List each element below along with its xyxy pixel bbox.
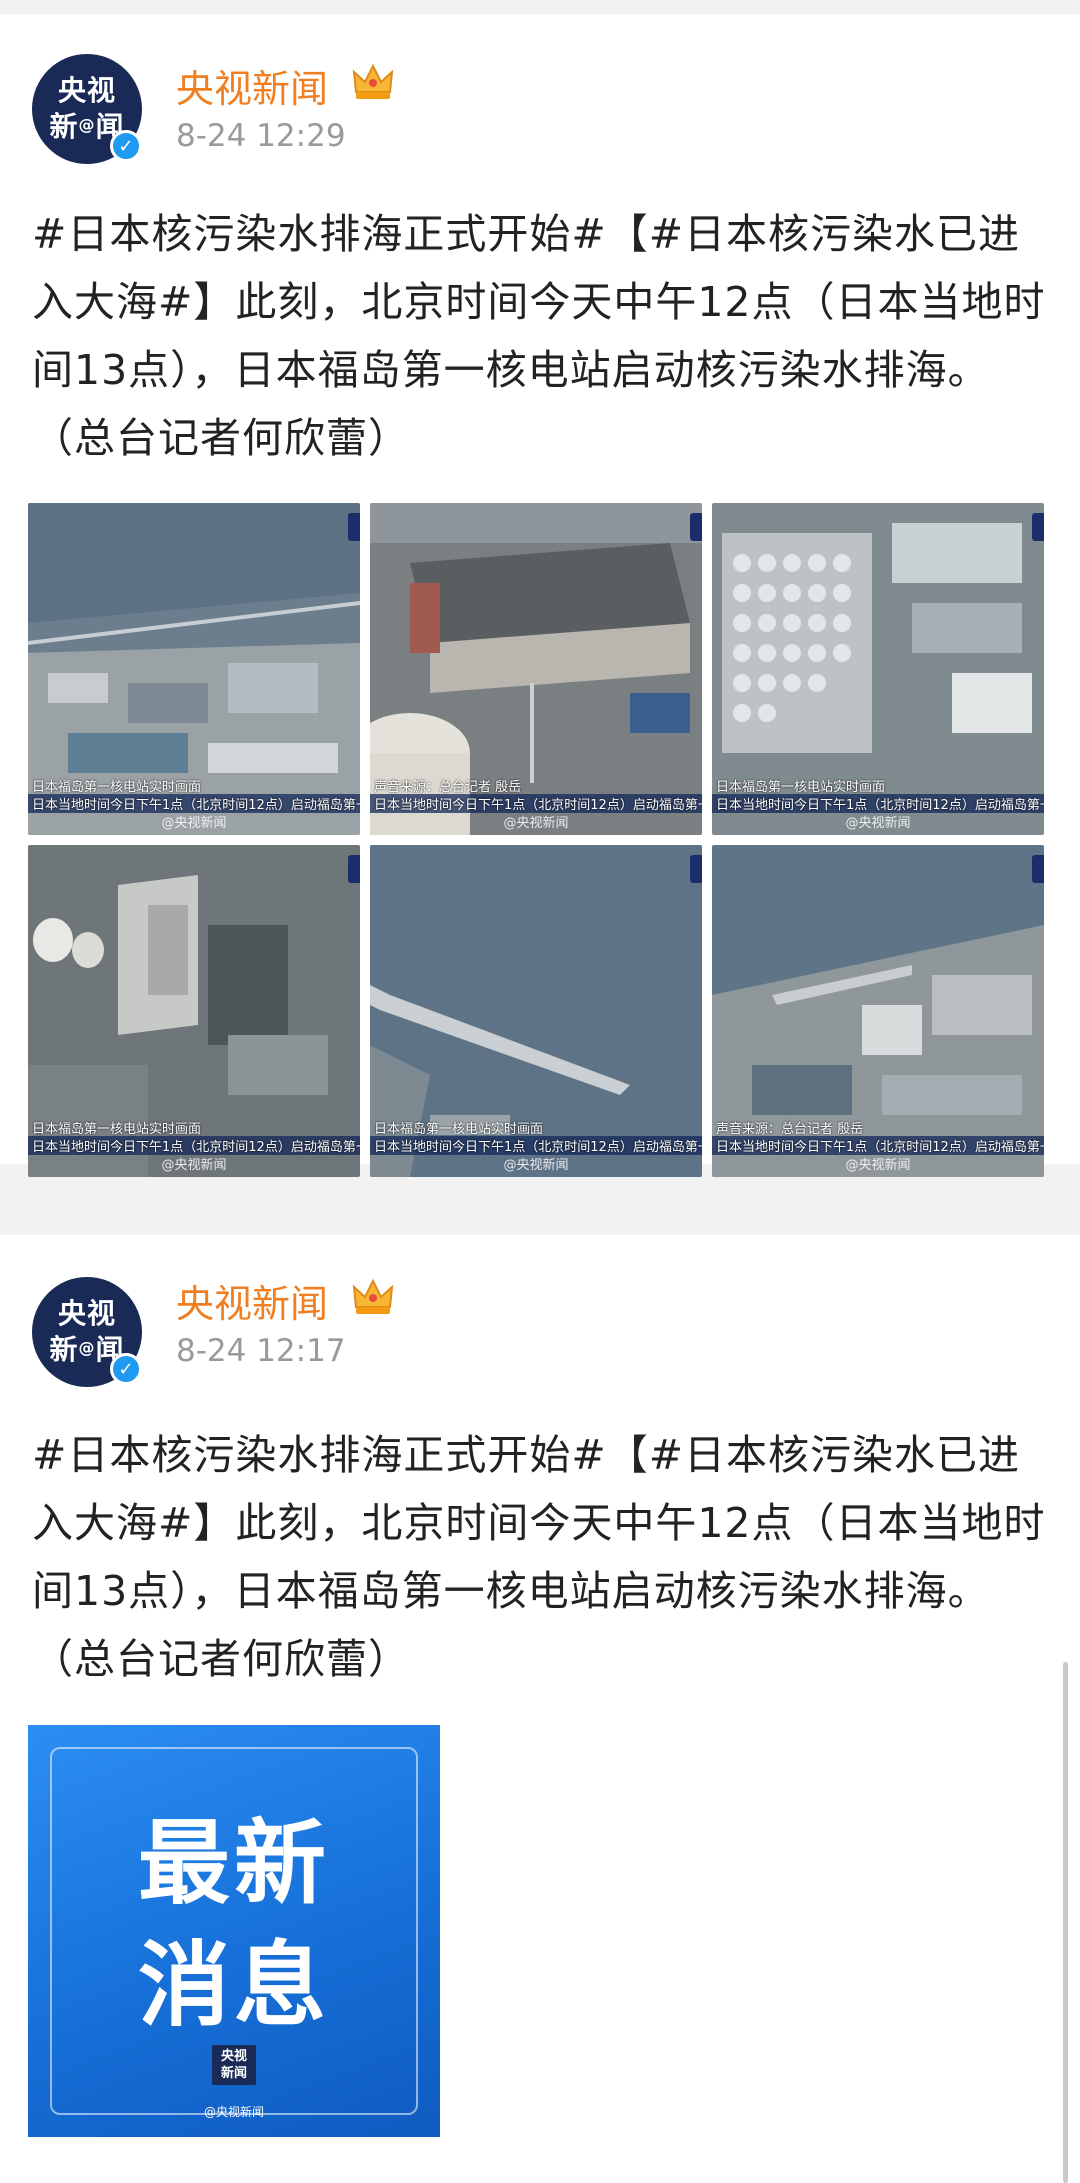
image-watermark: @央视新闻 <box>203 2105 264 2119</box>
scrollbar[interactable] <box>1063 1662 1068 2183</box>
verified-badge-icon: ✓ <box>110 130 142 162</box>
logo-badge <box>1032 513 1044 541</box>
post-text[interactable]: #日本核污染水排海正式开始#【#日本核污染水已进入大海#】此刻，北京时间今天中午… <box>32 1421 1052 1693</box>
image-watermark: @央视新闻 <box>161 1158 227 1173</box>
logo-badge <box>348 855 360 883</box>
logo-badge <box>348 513 360 541</box>
post-text[interactable]: #日本核污染水排海正式开始#【#日本核污染水已进入大海#】此刻，北京时间今天中午… <box>32 200 1052 472</box>
image-watermark: @央视新闻 <box>503 816 569 831</box>
image-subtitle: 日本当地时间今日下午1点（北京时间12点）启动福岛第一核电站核污染水排海 <box>712 794 1044 813</box>
image-tile[interactable]: 日本福岛第一核电站实时画面 日本当地时间今日下午1点（北京时间12点）启动福岛第… <box>28 503 360 835</box>
image-caption: 日本福岛第一核电站实时画面 <box>716 780 886 795</box>
author-name[interactable]: 央视新闻 <box>176 1273 328 1328</box>
image-watermark: @央视新闻 <box>503 1158 569 1173</box>
post-timestamp: 8-24 12:29 <box>176 118 346 154</box>
logo-badge <box>690 855 702 883</box>
image-tile[interactable]: 日本福岛第一核电站实时画面 日本当地时间今日下午1点（北京时间12点）启动福岛第… <box>28 845 360 1177</box>
image-subtitle: 日本当地时间今日下午1点（北京时间12点）启动福岛第一核电站核污染水排海 <box>28 794 360 813</box>
author-name[interactable]: 央视新闻 <box>176 58 328 113</box>
crown-vip-icon[interactable] <box>352 1277 394 1317</box>
avatar-text-top: 央视 <box>57 1297 116 1330</box>
image-caption: 日本福岛第一核电站实时画面 <box>32 780 202 795</box>
crown-vip-icon[interactable] <box>352 62 394 102</box>
image-tile[interactable]: 日本福岛第一核电站实时画面 日本当地时间今日下午1点（北京时间12点）启动福岛第… <box>370 845 702 1177</box>
post-card[interactable]: 央视 新@闻 ✓ 央视新闻 8-24 12:17 #日本核污染水排海正式开始#【… <box>0 1235 1080 2183</box>
avatar-text-top: 央视 <box>57 74 116 107</box>
logo-badge <box>690 513 702 541</box>
post-card[interactable]: 央视 新@闻 ✓ 央视新闻 8-24 12:29 #日本核污染水排海正式开始#【… <box>0 14 1080 1177</box>
image-subtitle: 日本当地时间今日下午1点（北京时间12点）启动福岛第一核电站核污染水排海 <box>370 1136 702 1155</box>
image-subtitle: 日本当地时间今日下午1点（北京时间12点）启动福岛第一核电站核污染水排海 <box>712 1136 1044 1155</box>
breaking-news-image[interactable]: 最新 消息 央视 新闻 @央视新闻 <box>28 1725 440 2137</box>
image-tile[interactable]: 声音来源：总台记者 殷岳 日本当地时间今日下午1点（北京时间12点）启动福岛第一… <box>712 845 1044 1177</box>
image-tile[interactable]: 日本福岛第一核电站实时画面 日本当地时间今日下午1点（北京时间12点）启动福岛第… <box>712 503 1044 835</box>
image-subtitle: 日本当地时间今日下午1点（北京时间12点）启动福岛第一核电站核污染水排海 <box>28 1136 360 1155</box>
image-watermark: @央视新闻 <box>845 1158 911 1173</box>
image-watermark: @央视新闻 <box>845 816 911 831</box>
image-caption: 声音来源：总台记者 殷岳 <box>716 1122 864 1137</box>
cctv-news-logo: 央视 新闻 <box>212 2045 256 2085</box>
card-headline-top: 最新 <box>137 1810 330 1917</box>
image-grid: 日本福岛第一核电站实时画面 日本当地时间今日下午1点（北京时间12点）启动福岛第… <box>28 503 1044 1177</box>
image-caption: 日本福岛第一核电站实时画面 <box>32 1122 202 1137</box>
post-timestamp: 8-24 12:17 <box>176 1333 346 1369</box>
image-watermark: @央视新闻 <box>161 816 227 831</box>
image-caption: 日本福岛第一核电站实时画面 <box>374 1122 544 1137</box>
card-headline-bottom: 消息 <box>137 1932 330 2039</box>
logo-badge <box>1032 855 1044 883</box>
verified-badge-icon: ✓ <box>110 1353 142 1385</box>
image-tile[interactable]: 声音来源：总台记者 殷岳 日本当地时间今日下午1点（北京时间12点）启动福岛第一… <box>370 503 702 835</box>
image-caption: 声音来源：总台记者 殷岳 <box>374 780 522 795</box>
image-subtitle: 日本当地时间今日下午1点（北京时间12点）启动福岛第一核电站核污染水排海 <box>370 794 702 813</box>
